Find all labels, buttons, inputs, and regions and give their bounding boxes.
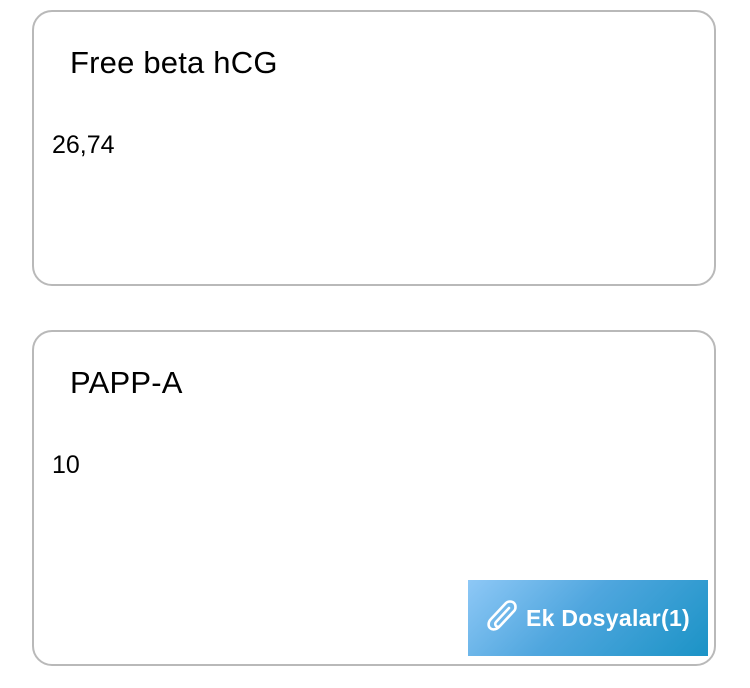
result-card-free-beta-hcg: Free beta hCG 26,74 xyxy=(32,10,716,286)
card-title: Free beta hCG xyxy=(70,45,278,80)
attachments-button[interactable]: Ek Dosyalar(1) xyxy=(468,580,708,656)
result-card-papp-a: PAPP-A 10 Ek Dosyalar(1) xyxy=(32,330,716,666)
card-value: 26,74 xyxy=(52,131,115,159)
paperclip-icon xyxy=(486,598,520,638)
card-title: PAPP-A xyxy=(70,365,183,400)
card-value: 10 xyxy=(52,451,80,479)
attachments-label: Ek Dosyalar(1) xyxy=(526,604,690,631)
